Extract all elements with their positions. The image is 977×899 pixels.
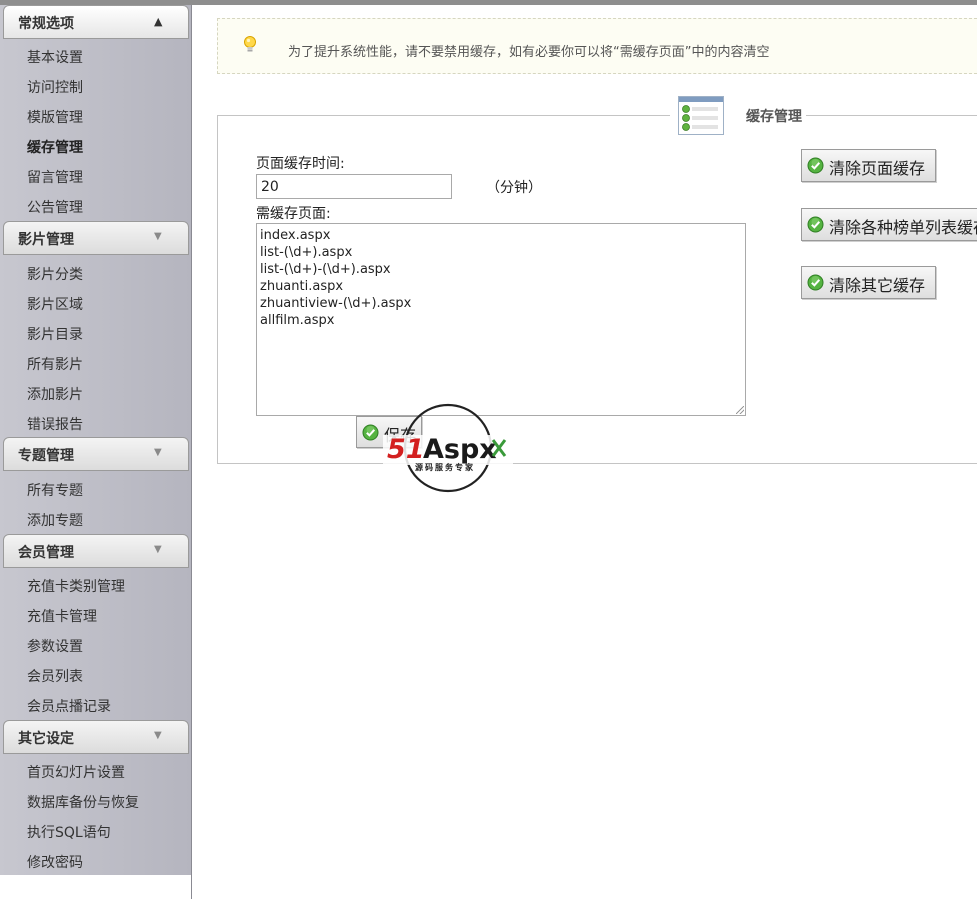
sidebar-item-add-topic[interactable]: 添加专题 [27, 510, 83, 530]
sidebar-section-other[interactable]: 其它设定 ▼ [3, 720, 189, 754]
svg-text:51: 51 [387, 434, 425, 465]
cache-time-label: 页面缓存时间: [256, 156, 345, 172]
sidebar-item-card-categories[interactable]: 充值卡类别管理 [27, 576, 125, 596]
clear-other-cache-label: 清除其它缓存 [829, 276, 926, 295]
sidebar-item-parameter-settings[interactable]: 参数设置 [27, 636, 83, 656]
sidebar-bottom-blank [0, 875, 191, 899]
sidebar-item-slideshow-settings[interactable]: 首页幻灯片设置 [27, 762, 125, 782]
clear-lists-cache-button[interactable]: 清除各种榜单列表缓存 [801, 208, 977, 241]
sidebar-item-message-management[interactable]: 留言管理 [27, 167, 83, 187]
chevron-down-icon: ▼ [154, 730, 162, 741]
sidebar-item-announcement-management[interactable]: 公告管理 [27, 197, 83, 217]
sidebar-item-all-topics[interactable]: 所有专题 [27, 480, 83, 500]
sidebar-section-general[interactable]: 常规选项 ▲ [3, 5, 189, 39]
section-title: 会员管理 [18, 545, 74, 561]
sidebar-item-member-list[interactable]: 会员列表 [27, 666, 83, 686]
watermark-logo: 51 Aspx 源码服务专家 [383, 403, 513, 493]
chevron-down-icon: ▼ [154, 544, 162, 555]
cache-page-line: zhuantiview-(\d+).aspx [260, 296, 412, 311]
fieldset-legend: 缓存管理 [746, 109, 802, 125]
cache-time-unit: （分钟） [486, 180, 542, 196]
svg-text:源码服务专家: 源码服务专家 [415, 462, 475, 472]
clear-lists-cache-label: 清除各种榜单列表缓存 [829, 218, 977, 237]
clear-other-cache-button[interactable]: 清除其它缓存 [801, 266, 936, 299]
cache-page-line: index.aspx [260, 228, 331, 243]
resize-grip-icon[interactable] [736, 406, 744, 414]
clear-page-cache-label: 清除页面缓存 [829, 159, 926, 178]
section-title: 专题管理 [18, 448, 74, 464]
cache-pages-textarea[interactable]: index.aspx list-(\d+).aspx list-(\d+)-(\… [256, 223, 746, 416]
sidebar-item-db-backup-restore[interactable]: 数据库备份与恢复 [27, 792, 139, 812]
tip-text: 为了提升系统性能，请不要禁用缓存，如有必要你可以将“需缓存页面”中的内容清空 [288, 45, 770, 60]
sidebar-item-error-reports[interactable]: 错误报告 [27, 414, 83, 434]
sidebar-section-topics[interactable]: 专题管理 ▼ [3, 437, 189, 471]
lightbulb-icon [244, 36, 256, 52]
section-title: 其它设定 [18, 731, 74, 747]
chevron-down-icon: ▼ [154, 447, 162, 458]
sidebar-item-member-play-records[interactable]: 会员点播记录 [27, 696, 111, 716]
cache-pages-label: 需缓存页面: [256, 206, 331, 222]
cache-page-line: list-(\d+).aspx [260, 245, 353, 260]
check-circle-icon [807, 157, 824, 174]
sidebar-item-template-management[interactable]: 模版管理 [27, 107, 83, 127]
sidebar-item-add-film[interactable]: 添加影片 [27, 384, 83, 404]
check-circle-icon [807, 216, 824, 233]
sidebar-item-access-control[interactable]: 访问控制 [27, 77, 83, 97]
checklist-window-icon [678, 96, 724, 135]
chevron-up-icon: ▲ [154, 15, 163, 28]
sidebar-item-film-regions[interactable]: 影片区域 [27, 294, 83, 314]
check-circle-icon [807, 274, 824, 291]
sidebar-item-change-password[interactable]: 修改密码 [27, 852, 83, 872]
sidebar-item-film-categories[interactable]: 影片分类 [27, 264, 83, 284]
sidebar-item-execute-sql[interactable]: 执行SQL语句 [27, 822, 111, 842]
check-circle-icon [362, 424, 379, 441]
sidebar-item-film-directory[interactable]: 影片目录 [27, 324, 83, 344]
cache-page-line: allfilm.aspx [260, 313, 335, 328]
tip-bar: 为了提升系统性能，请不要禁用缓存，如有必要你可以将“需缓存页面”中的内容清空 [217, 18, 977, 74]
sidebar-item-card-management[interactable]: 充值卡管理 [27, 606, 97, 626]
sidebar: 常规选项 ▲ 基本设置 访问控制 模版管理 缓存管理 留言管理 公告管理 影片管… [0, 5, 192, 899]
sidebar-section-members[interactable]: 会员管理 ▼ [3, 534, 189, 568]
clear-page-cache-button[interactable]: 清除页面缓存 [801, 149, 936, 182]
cache-time-input[interactable] [256, 174, 452, 199]
svg-text:Aspx: Aspx [423, 434, 497, 465]
section-title: 影片管理 [18, 232, 74, 248]
sidebar-item-basic-settings[interactable]: 基本设置 [27, 47, 83, 67]
chevron-down-icon: ▼ [154, 231, 162, 242]
section-title: 常规选项 [18, 16, 74, 32]
sidebar-section-films[interactable]: 影片管理 ▼ [3, 221, 189, 255]
sidebar-item-cache-management[interactable]: 缓存管理 [27, 137, 83, 157]
cache-page-line: list-(\d+)-(\d+).aspx [260, 262, 391, 277]
cache-page-line: zhuanti.aspx [260, 279, 344, 294]
sidebar-item-all-films[interactable]: 所有影片 [27, 354, 83, 374]
